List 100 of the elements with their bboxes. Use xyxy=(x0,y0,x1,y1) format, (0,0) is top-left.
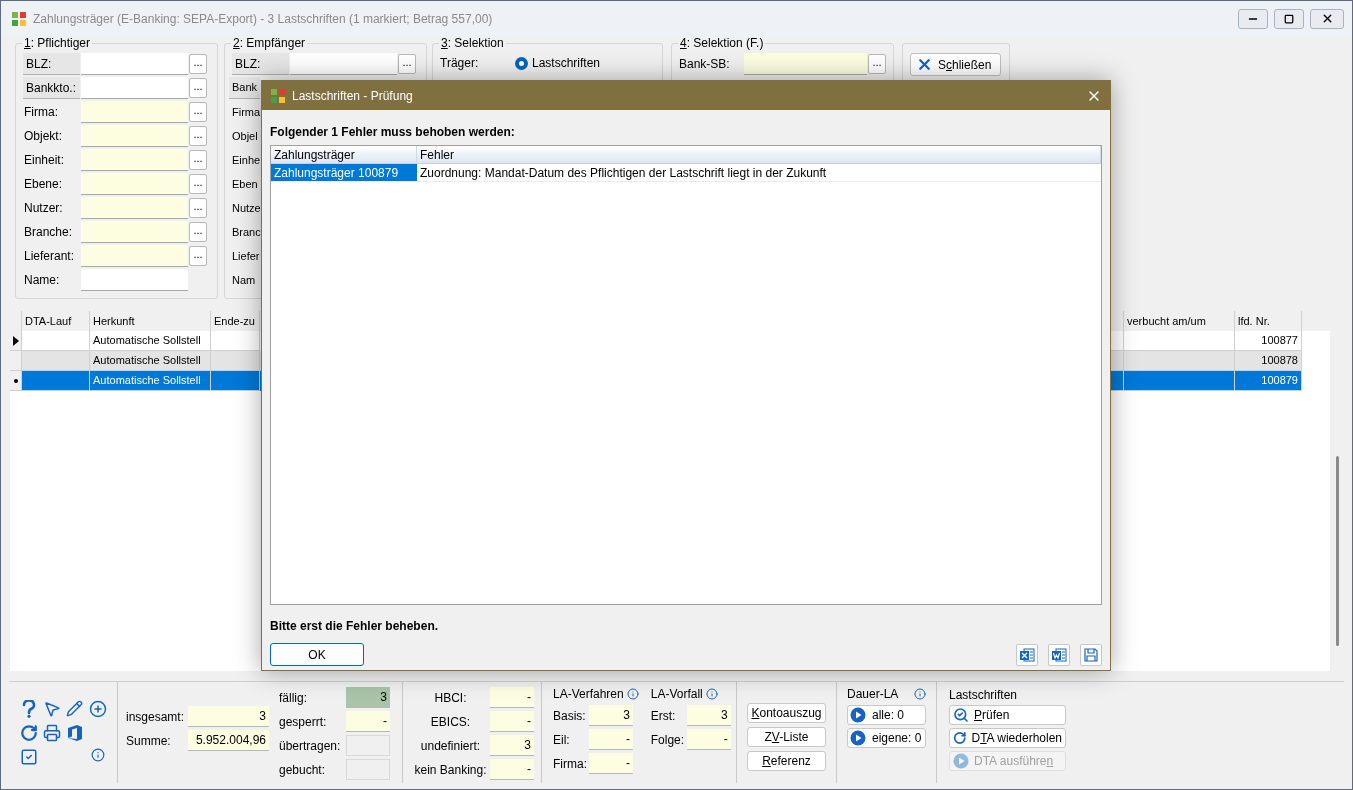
field-label: insgesamt: xyxy=(126,708,186,726)
field-label: Firma xyxy=(231,104,260,120)
row-header[interactable] xyxy=(10,371,22,391)
ok-button[interactable]: OK xyxy=(270,643,364,666)
text-field[interactable] xyxy=(81,125,188,147)
field-label: BLZ: xyxy=(23,53,80,75)
field-label: Branc xyxy=(231,224,260,240)
report-button[interactable]: ZV-Liste xyxy=(747,727,826,747)
text-field[interactable] xyxy=(81,149,188,171)
field-label: Einheit: xyxy=(23,152,66,169)
picker-button[interactable]: ... xyxy=(189,78,207,98)
refresh-icon xyxy=(953,730,967,746)
field-label: Bankkto.: xyxy=(23,77,80,99)
value-field: - xyxy=(686,729,731,750)
dialog-message: Bitte erst die Fehler beheben. xyxy=(270,618,440,633)
text-field[interactable] xyxy=(290,53,397,75)
picker-button[interactable]: ... xyxy=(189,174,207,194)
close-icon xyxy=(916,56,933,73)
checkbox-icon[interactable] xyxy=(19,748,38,766)
close-button[interactable] xyxy=(1310,8,1344,29)
printer-icon[interactable] xyxy=(42,724,61,742)
report-button[interactable]: Kontoauszug xyxy=(747,703,826,723)
text-field[interactable] xyxy=(81,245,188,267)
close-window-button[interactable]: Schließen xyxy=(910,53,1001,76)
value-field: 3 xyxy=(490,735,534,756)
text-field[interactable] xyxy=(81,197,188,219)
run-button[interactable]: eigene: 0 xyxy=(847,728,926,748)
field-label: kein Banking: xyxy=(413,761,488,779)
pointer-icon[interactable] xyxy=(42,700,61,718)
run-button[interactable]: alle: 0 xyxy=(847,705,926,725)
field-label: Eil: xyxy=(553,731,571,749)
document-export-icon[interactable] xyxy=(1048,643,1070,666)
refresh-icon[interactable] xyxy=(19,724,38,742)
picker-button[interactable]: ... xyxy=(398,54,416,74)
field-label: HBCI: xyxy=(433,689,468,707)
field-label: Nutzer: xyxy=(23,200,64,217)
group-title: 1: Pflichtiger xyxy=(22,35,93,51)
value-field: 3 xyxy=(188,706,269,727)
column-header[interactable]: Zahlungsträger xyxy=(271,146,417,163)
save-button[interactable] xyxy=(1080,643,1102,666)
section-title: LA-Vorfall xyxy=(650,686,703,703)
value-field xyxy=(346,735,390,756)
restore-button[interactable] xyxy=(1274,8,1304,29)
picker-button[interactable]: ... xyxy=(189,150,207,170)
value-field: 3 xyxy=(346,687,390,708)
text-field[interactable] xyxy=(744,53,867,75)
text-field[interactable] xyxy=(81,269,188,291)
help-icon[interactable] xyxy=(21,700,36,718)
text-field[interactable] xyxy=(81,77,188,99)
picker-button[interactable]: ... xyxy=(189,246,207,266)
office-icon[interactable] xyxy=(66,724,83,742)
picker-button[interactable]: ... xyxy=(189,126,207,146)
action-button[interactable]: Prüfen xyxy=(949,705,1066,725)
picker-button[interactable]: ... xyxy=(189,222,207,242)
play-icon xyxy=(850,707,866,723)
text-field[interactable] xyxy=(81,53,188,75)
play-icon xyxy=(953,753,969,769)
field-label: Eben xyxy=(231,176,259,192)
minimize-button[interactable] xyxy=(1238,8,1268,29)
text-field[interactable] xyxy=(81,221,188,243)
action-button[interactable]: DTA wiederholen xyxy=(949,728,1066,748)
dialog-heading: Folgender 1 Fehler muss behoben werden: xyxy=(270,124,516,139)
info-icon[interactable] xyxy=(914,688,926,700)
table-cell: Automatische Sollstell xyxy=(90,371,211,391)
column-header[interactable]: Fehler xyxy=(417,146,1101,163)
add-icon[interactable] xyxy=(88,700,107,718)
table-cell: 100879 xyxy=(1235,371,1302,391)
field-label: undefiniert: xyxy=(419,737,482,755)
field-label: Träger: xyxy=(440,55,480,72)
row-header[interactable] xyxy=(10,331,22,351)
text-field[interactable] xyxy=(81,101,188,123)
picker-button[interactable]: ... xyxy=(189,198,207,218)
app-icon xyxy=(270,87,286,104)
info-icon[interactable] xyxy=(705,688,718,700)
table-cell-text: Zuordnung: Mandat-Datum des Pflichtigen der Lastschrift liegt in der Zukunft xyxy=(419,164,828,181)
field-label: Objel xyxy=(231,128,259,144)
field-label: Firma: xyxy=(553,755,588,773)
group-title: 4: Selektion (F.) xyxy=(678,35,766,51)
picker-button[interactable]: ... xyxy=(868,54,886,74)
radio-button[interactable]: Lastschriften xyxy=(515,54,601,72)
field-label: Einhe xyxy=(231,152,260,168)
value-field: - xyxy=(490,687,534,708)
report-button[interactable]: Referenz xyxy=(747,751,826,771)
field-label: EBICS: xyxy=(429,713,472,731)
picker-button[interactable]: ... xyxy=(189,54,207,74)
spreadsheet-export-icon[interactable] xyxy=(1016,643,1038,666)
info-icon[interactable] xyxy=(626,688,639,700)
field-label: Erst: xyxy=(650,707,677,725)
picker-button[interactable]: ... xyxy=(189,102,207,122)
check-search-icon xyxy=(953,707,969,723)
app-icon xyxy=(11,10,27,27)
value-field: 3 xyxy=(589,705,633,726)
text-field[interactable] xyxy=(81,173,188,195)
field-label: gebucht: xyxy=(279,761,327,779)
info-icon[interactable] xyxy=(90,748,105,762)
field-label: Ebene: xyxy=(23,176,64,193)
pencil-icon[interactable] xyxy=(66,700,83,717)
restore-icon xyxy=(1284,13,1294,24)
field-label: Liefer xyxy=(231,248,260,264)
scrollbar-thumb[interactable] xyxy=(1336,456,1339,646)
